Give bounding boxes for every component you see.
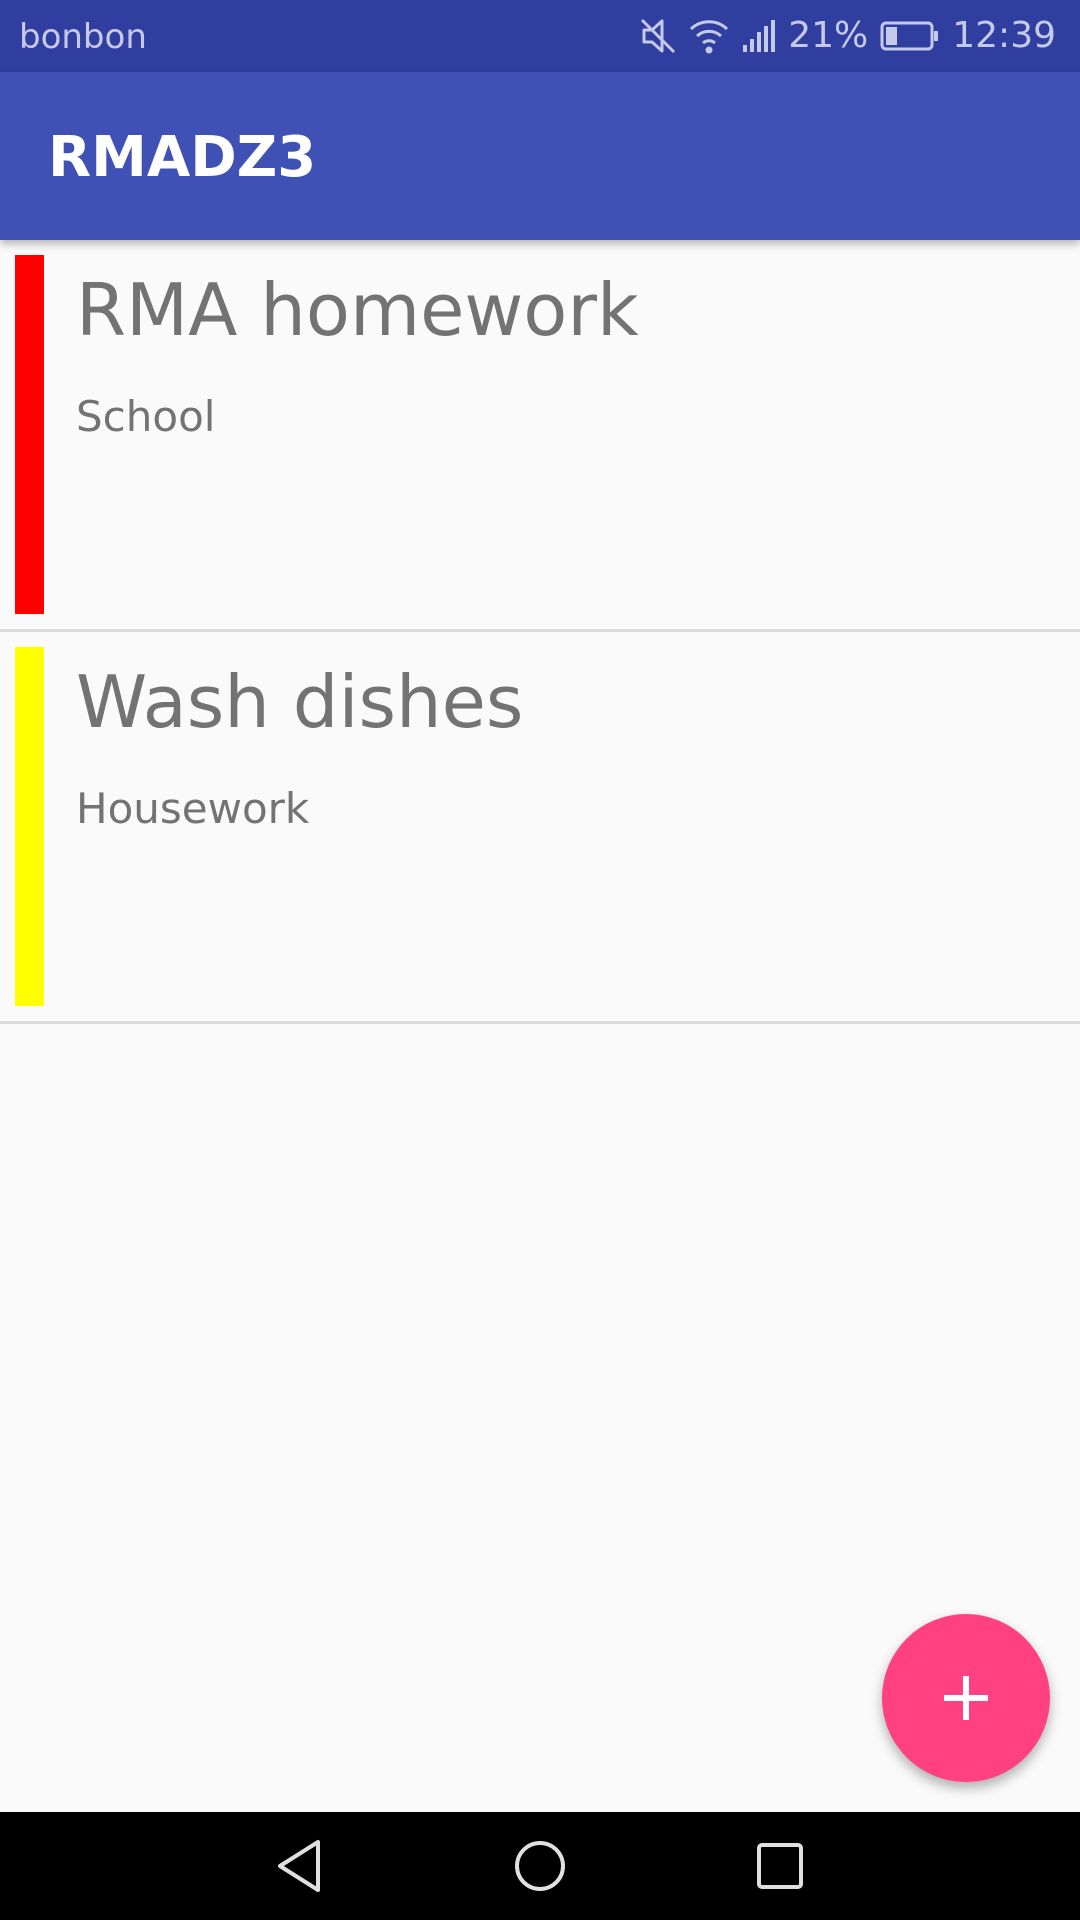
app-title: RMADZ3: [48, 125, 317, 190]
home-button[interactable]: [510, 1836, 570, 1896]
mute-icon: [640, 16, 676, 56]
priority-color-bar: [15, 647, 44, 1006]
signal-icon: [742, 19, 776, 53]
clock: 12:39: [952, 15, 1056, 56]
recents-icon: [750, 1836, 810, 1896]
list-item[interactable]: RMA homework School: [0, 240, 1080, 632]
back-button[interactable]: [270, 1836, 330, 1896]
task-title: Wash dishes: [76, 660, 524, 744]
priority-color-bar: [15, 255, 44, 614]
carrier-name: bonbon: [19, 17, 147, 57]
screen: bonbon 21% 12:39 RMADZ3 RMA homework Sch…: [0, 0, 1080, 1920]
navigation-bar: [0, 1812, 1080, 1920]
wifi-icon: [688, 17, 730, 55]
recents-button[interactable]: [750, 1836, 810, 1896]
battery-icon: [880, 21, 940, 51]
home-icon: [510, 1836, 570, 1896]
task-title: RMA homework: [76, 268, 639, 352]
app-bar: RMADZ3: [0, 72, 1080, 240]
task-category: School: [76, 392, 216, 441]
status-icons: 21% 12:39: [628, 0, 1056, 72]
task-list: RMA homework School Wash dishes Housewor…: [0, 240, 1080, 1024]
list-item[interactable]: Wash dishes Housework: [0, 632, 1080, 1024]
battery-percent: 21%: [788, 15, 869, 56]
back-icon: [270, 1836, 330, 1896]
add-task-button[interactable]: [882, 1614, 1050, 1782]
status-bar: bonbon 21% 12:39: [0, 0, 1080, 72]
task-category: Housework: [76, 784, 310, 833]
plus-icon: [942, 1674, 990, 1722]
